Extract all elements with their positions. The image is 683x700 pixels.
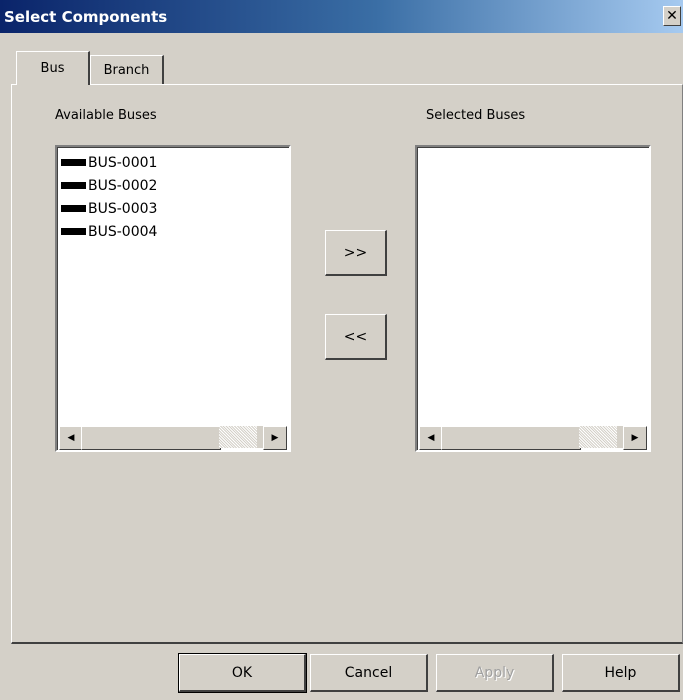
close-icon: ✕ bbox=[666, 8, 678, 24]
available-hscrollbar[interactable]: ◀ ▶ bbox=[59, 426, 287, 450]
scroll-track[interactable] bbox=[219, 426, 257, 448]
arrow-left-icon: ◀ bbox=[67, 433, 75, 443]
arrow-right-icon: ▶ bbox=[271, 433, 279, 443]
selected-hscrollbar[interactable]: ◀ ▶ bbox=[419, 426, 647, 450]
list-item-label: BUS-0004 bbox=[88, 223, 158, 240]
scroll-right-button[interactable]: ▶ bbox=[263, 426, 287, 450]
list-item-bus-0002[interactable]: BUS-0002 bbox=[57, 174, 289, 197]
tab-branch[interactable]: Branch bbox=[90, 55, 164, 85]
remove-selected-label: << bbox=[343, 328, 368, 345]
scroll-thumb[interactable] bbox=[81, 426, 221, 450]
selected-buses-label: Selected Buses bbox=[426, 108, 526, 123]
title-bar: Select Components ✕ bbox=[0, 0, 683, 33]
scroll-left-button[interactable]: ◀ bbox=[59, 426, 83, 450]
ok-button[interactable]: OK bbox=[178, 653, 307, 693]
help-label: Help bbox=[604, 664, 637, 681]
add-selected-label: >> bbox=[343, 244, 368, 261]
list-item-bus-0001[interactable]: BUS-0001 bbox=[57, 151, 289, 174]
list-item-bus-0003[interactable]: BUS-0003 bbox=[57, 197, 289, 220]
list-item-label: BUS-0001 bbox=[88, 154, 158, 171]
tab-bus[interactable]: Bus bbox=[16, 51, 90, 85]
arrow-left-icon: ◀ bbox=[427, 433, 435, 443]
bus-swatch-icon bbox=[61, 182, 86, 189]
scroll-thumb[interactable] bbox=[441, 426, 581, 450]
list-item-label: BUS-0003 bbox=[88, 200, 158, 217]
tab-branch-label: Branch bbox=[103, 63, 150, 78]
help-button[interactable]: Help bbox=[562, 654, 680, 692]
scroll-left-button[interactable]: ◀ bbox=[419, 426, 443, 450]
selected-buses-list[interactable]: ◀ ▶ bbox=[415, 145, 651, 452]
add-selected-button[interactable]: >> bbox=[325, 230, 387, 276]
cancel-label: Cancel bbox=[344, 664, 393, 681]
close-button[interactable]: ✕ bbox=[663, 6, 681, 26]
remove-selected-button[interactable]: << bbox=[325, 314, 387, 360]
list-item-label: BUS-0002 bbox=[88, 177, 158, 194]
bus-swatch-icon bbox=[61, 228, 86, 235]
scroll-right-button[interactable]: ▶ bbox=[623, 426, 647, 450]
bus-swatch-icon bbox=[61, 205, 86, 212]
available-buses-label: Available Buses bbox=[55, 108, 157, 123]
bus-swatch-icon bbox=[61, 159, 86, 166]
arrow-right-icon: ▶ bbox=[631, 433, 639, 443]
cancel-button[interactable]: Cancel bbox=[310, 654, 428, 692]
scroll-track[interactable] bbox=[579, 426, 617, 448]
window-title: Select Components bbox=[4, 7, 168, 26]
apply-button: Apply bbox=[436, 654, 554, 692]
ok-label: OK bbox=[231, 664, 253, 681]
apply-label: Apply bbox=[474, 664, 515, 681]
tab-bus-label: Bus bbox=[40, 61, 65, 76]
list-item-bus-0004[interactable]: BUS-0004 bbox=[57, 220, 289, 243]
available-buses-list[interactable]: BUS-0001 BUS-0002 BUS-0003 BUS-0004 ◀ ▶ bbox=[55, 145, 291, 452]
